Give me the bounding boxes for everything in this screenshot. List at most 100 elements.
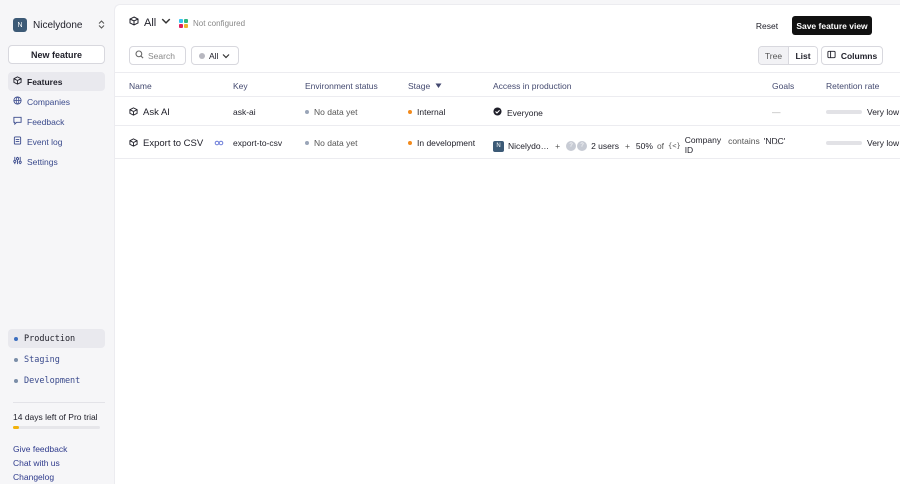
env-item-production[interactable]: Production — [8, 329, 105, 348]
company-avatar: N — [493, 140, 504, 152]
sidebar-item-label: Event log — [27, 136, 63, 147]
header-key[interactable]: Key — [233, 81, 248, 91]
retention-bar — [826, 141, 862, 145]
trial-text: 14 days left of Pro trial — [13, 412, 98, 422]
access-cell[interactable]: Everyone — [493, 107, 543, 118]
table-header: Name Key Environment status Stage Access… — [115, 72, 900, 97]
table-row[interactable]: Export to CSV export-to-csv No data yet … — [115, 126, 900, 159]
org-switcher[interactable]: N Nicelydone — [8, 14, 106, 36]
feature-name-cell[interactable]: Export to CSV — [129, 138, 224, 149]
table-row[interactable]: Ask AI ask-ai No data yet Internal Every… — [115, 97, 900, 126]
retention-cell: Very low — [826, 138, 899, 148]
company-name: Nicelydo… — [508, 141, 550, 151]
header-goals[interactable]: Goals — [772, 81, 794, 91]
give-feedback-link[interactable]: Give feedback — [13, 442, 67, 456]
status-dot-icon — [305, 110, 309, 114]
feature-view-select[interactable]: All — [129, 16, 171, 29]
search-input[interactable] — [148, 50, 186, 61]
env-item-development[interactable]: Development — [8, 371, 105, 390]
access-cell[interactable]: N Nicelydo… + ? ? 2 users + 50% of {<} C… — [493, 135, 785, 155]
retention-text: Very low — [867, 107, 900, 117]
sidebar-item-settings[interactable]: Settings — [8, 152, 105, 171]
feature-icon — [129, 138, 138, 149]
environment-filter-select[interactable]: All — [191, 46, 239, 65]
header-stage-label: Stage — [408, 81, 431, 91]
stage-cell[interactable]: Internal — [408, 107, 445, 117]
sidebar-item-label: Features — [27, 76, 63, 87]
retention-cell: Very low — [826, 107, 899, 117]
sort-desc-icon — [435, 81, 442, 91]
chat-with-us-link[interactable]: Chat with us — [13, 456, 67, 470]
save-feature-view-button[interactable]: Save feature view — [792, 16, 872, 35]
status-dot-icon — [305, 141, 309, 145]
attribute-name: Company ID — [685, 135, 721, 155]
header-stage[interactable]: Stage — [408, 81, 442, 91]
slack-icon — [179, 19, 188, 28]
env-item-staging[interactable]: Staging — [8, 350, 105, 369]
slack-integration-status[interactable]: Not configured — [179, 19, 245, 28]
sidebar-item-event-log[interactable]: Event log — [8, 132, 105, 151]
sidebar-nav: Features Companies Feedback Event log Se… — [8, 72, 105, 172]
trial-progress-fill — [13, 426, 20, 429]
plus-separator: + — [555, 141, 561, 151]
list-view-toggle[interactable]: List — [788, 47, 817, 64]
feature-name-cell[interactable]: Ask AI — [129, 107, 170, 118]
rollout-percent: 50% — [635, 141, 653, 151]
stage-cell[interactable]: In development — [408, 138, 475, 148]
plus-separator: + — [624, 141, 630, 151]
reset-button[interactable]: Reset — [749, 17, 785, 34]
feature-name: Ask AI — [143, 107, 170, 118]
env-status-text: No data yet — [314, 138, 358, 148]
chevron-up-down-icon — [96, 19, 106, 31]
sidebar-item-label: Settings — [27, 156, 58, 167]
globe-icon — [13, 96, 22, 107]
feature-name: Export to CSV — [143, 138, 204, 149]
operator-text: contains — [728, 136, 760, 146]
user-avatar: ? — [577, 141, 588, 151]
search-icon — [135, 50, 144, 61]
goals-cell: — — [772, 138, 781, 148]
divider — [13, 402, 105, 403]
env-label: Development — [24, 375, 81, 386]
goals-cell: — — [772, 107, 781, 117]
slack-status-text: Not configured — [193, 19, 246, 28]
chevron-down-icon — [222, 51, 230, 61]
env-status-cell: No data yet — [305, 107, 357, 117]
user-avatars: ? ? — [566, 141, 588, 151]
features-icon — [129, 16, 139, 29]
sidebar-item-feedback[interactable]: Feedback — [8, 112, 105, 131]
settings-icon — [13, 156, 22, 167]
env-dot-icon — [14, 378, 18, 383]
environment-list: Production Staging Development — [8, 329, 105, 392]
sidebar: N Nicelydone New feature Features Compan… — [0, 0, 114, 484]
env-status-text: No data yet — [314, 107, 358, 117]
header-environment-status[interactable]: Environment status — [305, 81, 378, 91]
tree-view-toggle[interactable]: Tree — [759, 47, 788, 64]
chevron-down-icon — [161, 16, 171, 29]
feature-key: export-to-csv — [233, 138, 283, 148]
columns-icon — [827, 50, 836, 61]
header-name[interactable]: Name — [129, 81, 152, 91]
changelog-link[interactable]: Changelog — [13, 470, 67, 484]
sidebar-item-label: Companies — [27, 96, 70, 107]
rollout-of: of — [656, 141, 665, 151]
stage-dot-icon — [408, 110, 412, 114]
header-retention-rate[interactable]: Retention rate — [826, 81, 879, 91]
env-label: Production — [24, 333, 76, 344]
header-access-in-production[interactable]: Access in production — [493, 81, 571, 91]
tree-list-toggle: Tree List — [758, 46, 818, 65]
columns-button[interactable]: Columns — [821, 46, 883, 65]
search-field[interactable] — [129, 46, 186, 65]
footer-links: Give feedback Chat with us Changelog — [13, 442, 67, 484]
stage-dot-icon — [408, 141, 412, 145]
feature-key: ask-ai — [233, 107, 256, 117]
sidebar-item-label: Feedback — [27, 116, 65, 127]
status-dot-icon — [199, 52, 205, 59]
sidebar-item-companies[interactable]: Companies — [8, 92, 105, 111]
env-dot-icon — [14, 336, 18, 341]
new-feature-button[interactable]: New feature — [8, 45, 105, 64]
sidebar-item-features[interactable]: Features — [8, 72, 105, 91]
check-circle-icon — [493, 107, 502, 118]
main-panel: All Not configured Reset Save feature vi… — [114, 4, 900, 484]
filter-label: All — [209, 50, 219, 61]
